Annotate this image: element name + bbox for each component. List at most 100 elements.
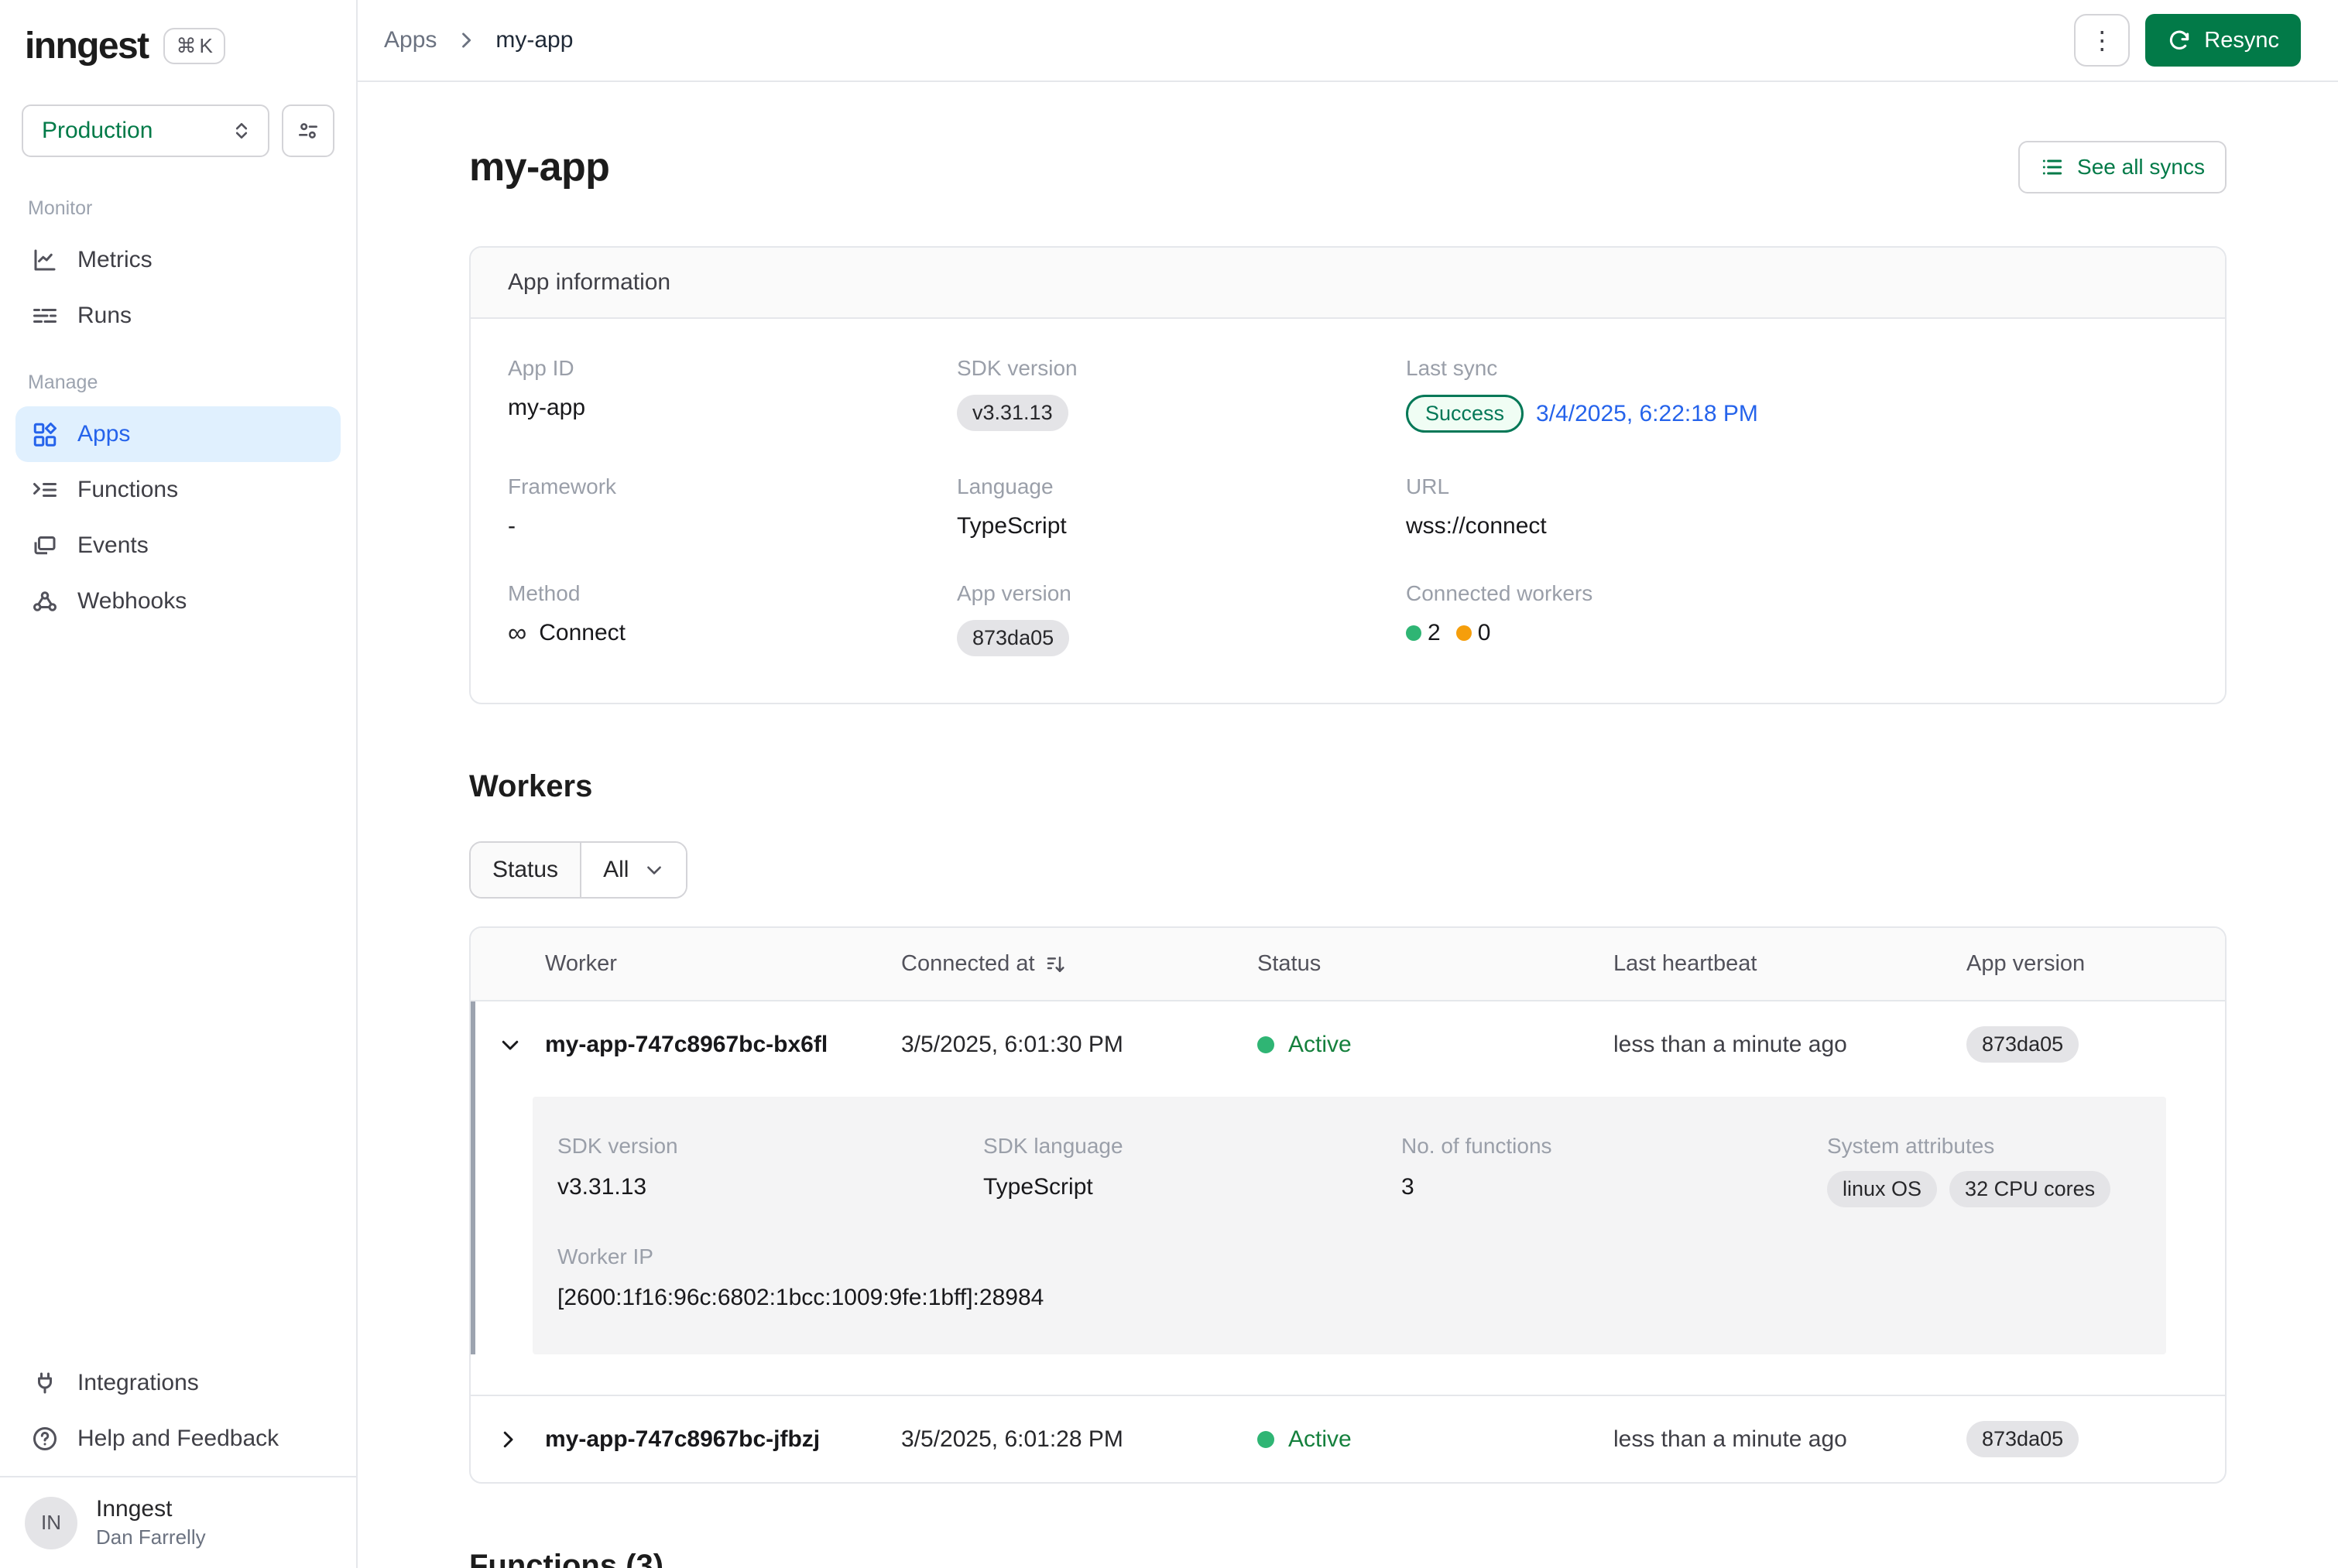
breadcrumb: Apps my-app [384,27,573,53]
worker-status: Active [1257,1032,1613,1058]
attr-pill-cpu: 32 CPU cores [1949,1171,2110,1207]
field-app-id: App ID my-app [508,356,957,433]
expand-row-chevron-icon[interactable] [471,1428,545,1451]
sidebar-item-label: Functions [77,477,178,503]
see-all-syncs-button[interactable]: See all syncs [2018,141,2227,193]
more-actions-button[interactable]: ⋮ [2074,14,2130,67]
status-filter-key: Status [471,843,581,897]
sidebar-item-label: Events [77,532,149,559]
field-connected-workers: Connected workers 2 0 [1406,581,2188,656]
refresh-icon [2167,28,2192,53]
environment-settings-button[interactable] [282,104,334,157]
worker-details-panel: SDK version v3.31.13 SDK language TypeSc… [533,1097,2166,1354]
inngest-logo: inngest [25,25,148,67]
status-filter-value[interactable]: All [581,843,686,897]
sidebar-item-apps[interactable]: Apps [15,406,341,462]
chevron-down-icon [644,860,664,880]
sidebar-item-label: Help and Feedback [77,1426,279,1452]
nav-section-monitor: Monitor [15,169,341,232]
sidebar-nav: Monitor Metrics Runs Manage Apps [0,157,356,642]
workers-table-header: Worker Connected at Status Last heartbea… [471,928,2225,1001]
user-org: Inngest [96,1496,206,1522]
updown-chevron-icon [231,120,252,142]
collapse-row-chevron-icon[interactable] [475,1033,545,1056]
app-information-title: App information [471,248,2225,319]
table-row[interactable]: my-app-747c8967bc-jfbzj 3/5/2025, 6:01:2… [471,1395,2225,1482]
worker-last-heartbeat: less than a minute ago [1613,1426,1966,1453]
detail-sdk-language: SDK language TypeScript [983,1134,1401,1207]
environment-label: Production [42,118,153,144]
attr-pill-os: linux OS [1827,1171,1937,1207]
avatar: IN [25,1497,77,1549]
sidebar-item-functions[interactable]: Functions [15,462,341,518]
sidebar-item-runs[interactable]: Runs [15,288,341,344]
kebab-icon: ⋮ [2089,26,2114,55]
worker-row-group: my-app-747c8967bc-bx6fl 3/5/2025, 6:01:3… [471,1001,2225,1354]
sidebar-item-label: Metrics [77,247,153,273]
worker-name: my-app-747c8967bc-jfbzj [545,1426,901,1453]
sdk-version-pill: v3.31.13 [957,395,1068,431]
active-workers-dot [1406,625,1421,641]
col-worker: Worker [545,951,901,977]
active-workers-count: 2 [1428,620,1441,646]
help-circle-icon [31,1425,59,1453]
worker-name: my-app-747c8967bc-bx6fl [545,1032,901,1058]
functions-icon [31,476,59,504]
topbar: Apps my-app ⋮ Resync [358,0,2338,82]
sidebar-item-metrics[interactable]: Metrics [15,232,341,288]
app-root: inngest ⌘K Production Monitor [0,0,2338,1568]
list-icon [2040,155,2065,180]
list-lines-icon [31,302,59,330]
user-menu[interactable]: IN Inngest Dan Farrelly [0,1476,356,1568]
sidebar: inngest ⌘K Production Monitor [0,0,358,1568]
command-k-shortcut[interactable]: ⌘K [163,28,225,64]
nav-section-manage: Manage [15,344,341,406]
resync-button[interactable]: Resync [2145,14,2301,67]
detail-sdk-version: SDK version v3.31.13 [557,1134,983,1207]
field-sdk-version: SDK version v3.31.13 [957,356,1406,433]
sidebar-item-events[interactable]: Events [15,518,341,573]
main-content: my-app See all syncs App information App… [358,82,2338,1568]
worker-status: Active [1257,1426,1613,1453]
col-app-version: App version [1966,951,2225,977]
chevron-right-icon [455,29,477,51]
table-row[interactable]: my-app-747c8967bc-bx6fl 3/5/2025, 6:01:3… [475,1001,2225,1087]
worker-app-version-pill: 873da05 [1966,1026,2079,1063]
field-app-version: App version 873da05 [957,581,1406,656]
field-last-sync: Last sync Success 3/4/2025, 6:22:18 PM [1406,356,2188,433]
sliders-icon [296,118,321,143]
status-dot [1257,1431,1274,1448]
detail-worker-ip: Worker IP [2600:1f16:96c:6802:1bcc:1009:… [533,1207,2166,1311]
detail-system-attributes: System attributes linux OS 32 CPU cores [1827,1134,2141,1207]
sidebar-item-integrations[interactable]: Integrations [15,1355,341,1411]
field-language: Language TypeScript [957,474,1406,539]
sync-status-badge: Success [1406,395,1524,433]
environment-select[interactable]: Production [22,104,269,157]
sidebar-item-label: Integrations [77,1370,199,1396]
status-dot [1257,1036,1274,1053]
webhook-icon [31,587,59,615]
infinity-icon: ∞ [508,620,526,646]
command-icon: ⌘ [176,34,196,58]
status-filter[interactable]: Status All [469,841,687,899]
last-sync-link[interactable]: 3/4/2025, 6:22:18 PM [1536,401,1758,427]
field-framework: Framework - [508,474,957,539]
sidebar-item-webhooks[interactable]: Webhooks [15,573,341,629]
col-connected-at[interactable]: Connected at [901,951,1257,977]
sidebar-item-label: Runs [77,303,132,329]
field-url: URL wss://connect [1406,474,2188,539]
breadcrumb-apps-link[interactable]: Apps [384,27,437,53]
worker-connected-at: 3/5/2025, 6:01:30 PM [901,1032,1257,1058]
worker-app-version-pill: 873da05 [1966,1421,2079,1457]
workers-section-title: Workers [469,769,2227,804]
sidebar-item-help[interactable]: Help and Feedback [15,1411,341,1467]
page-title: my-app [469,144,609,190]
inactive-workers-count: 0 [1478,620,1491,646]
field-method: Method ∞Connect [508,581,957,656]
functions-section-title: Functions (3) [469,1549,2227,1568]
col-status: Status [1257,951,1613,977]
user-name: Dan Farrelly [96,1525,206,1549]
app-information-card: App information App ID my-app SDK versio… [469,246,2227,704]
breadcrumb-current: my-app [495,27,573,53]
workers-table: Worker Connected at Status Last heartbea… [469,926,2227,1484]
